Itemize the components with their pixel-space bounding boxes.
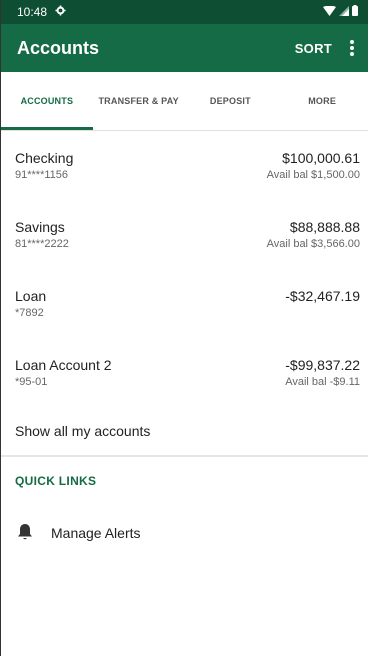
tab-bar: ACCOUNTS TRANSFER & PAY DEPOSIT MORE (1, 72, 368, 131)
account-balance: -$32,467.19 (285, 288, 360, 304)
cell-signal-icon (339, 5, 349, 19)
app-bar: Accounts SORT (1, 24, 368, 72)
account-name: Loan (15, 288, 47, 304)
account-name: Savings (15, 219, 65, 235)
wifi-icon (323, 5, 336, 19)
status-bar: 10:48 (1, 0, 368, 24)
manage-alerts-label: Manage Alerts (51, 525, 141, 541)
tab-accounts[interactable]: ACCOUNTS (1, 72, 93, 130)
tab-deposit[interactable]: DEPOSIT (185, 72, 277, 130)
more-options-icon[interactable] (346, 38, 358, 58)
account-balance: $100,000.61 (282, 150, 360, 166)
battery-icon (352, 5, 358, 19)
account-row-savings[interactable]: Savings 81****2222 $88,888.88 Avail bal … (1, 200, 368, 269)
show-all-accounts-link[interactable]: Show all my accounts (1, 407, 368, 457)
account-number: 81****2222 (15, 238, 69, 250)
account-row-checking[interactable]: Checking 91****1156 $100,000.61 Avail ba… (1, 131, 368, 200)
app-screen: 10:48 Accounts SORT ACCOUNTS TRANSFER & … (0, 0, 368, 656)
available-balance: Avail bal -$9.11 (285, 376, 360, 388)
account-row-loan-account-2[interactable]: Loan Account 2 *95-01 -$99,837.22 Avail … (1, 338, 368, 407)
account-number: *95-01 (15, 376, 48, 388)
quick-links-heading: QUICK LINKS (15, 474, 97, 488)
available-balance: Avail bal $1,500.00 (266, 169, 360, 181)
tab-transfer-pay[interactable]: TRANSFER & PAY (93, 72, 185, 130)
account-list: Checking 91****1156 $100,000.61 Avail ba… (1, 131, 368, 407)
account-number: 91****1156 (15, 169, 69, 181)
account-name: Loan Account 2 (15, 357, 112, 373)
account-number: *7892 (15, 307, 44, 319)
sort-button[interactable]: SORT (295, 41, 332, 56)
manage-alerts-link[interactable]: Manage Alerts (1, 505, 368, 561)
tab-more[interactable]: MORE (276, 72, 368, 130)
status-time: 10:48 (17, 5, 48, 19)
account-balance: $88,888.88 (289, 219, 360, 235)
account-row-loan[interactable]: Loan *7892 -$32,467.19 (1, 269, 368, 338)
account-balance: -$99,837.22 (285, 357, 360, 373)
available-balance: Avail bal $3,566.00 (266, 238, 360, 250)
account-name: Checking (15, 150, 74, 166)
page-title: Accounts (17, 37, 100, 58)
settings-gear-icon (55, 5, 66, 19)
bell-icon (17, 523, 33, 544)
